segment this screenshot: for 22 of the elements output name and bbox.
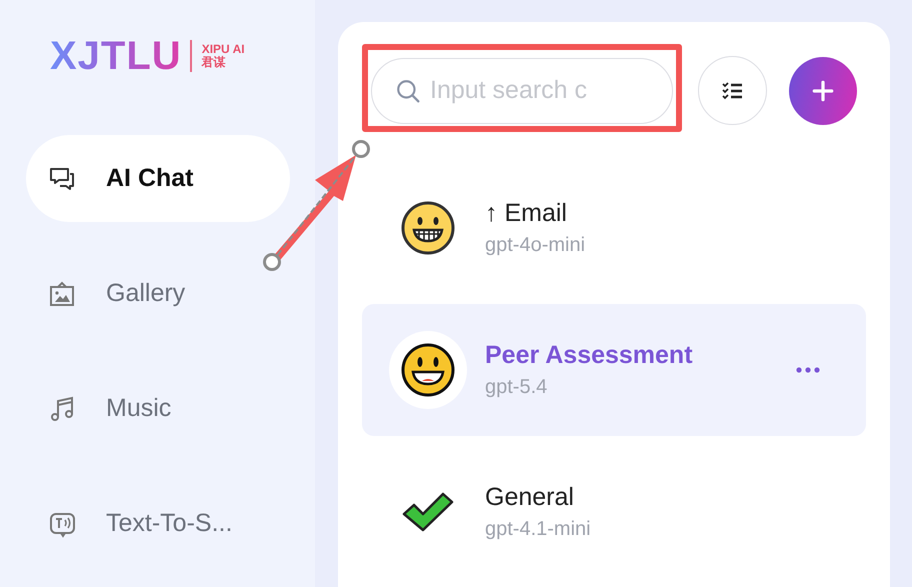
- model-name: gpt-4o-mini: [485, 234, 586, 257]
- model-name: gpt-5.4: [485, 376, 548, 399]
- more-icon[interactable]: [796, 367, 820, 373]
- music-note-icon: [48, 394, 76, 422]
- search-field[interactable]: Input search c: [371, 58, 673, 124]
- nav-item[interactable]: Music: [26, 365, 290, 452]
- nav-item[interactable]: Gallery: [26, 250, 290, 337]
- chat-title: ↑ Email: [485, 199, 568, 228]
- plus-icon: [810, 78, 836, 104]
- chat-title: General: [485, 483, 575, 512]
- nav-item[interactable]: AI Chat: [26, 135, 290, 222]
- picture-frame-icon: [48, 280, 76, 308]
- logo-subtitle: XIPU AI: [202, 43, 245, 56]
- grinning-face-icon: [400, 200, 456, 256]
- chat-item[interactable]: ↑ Email gpt-4o-mini: [362, 162, 866, 294]
- chat-item[interactable]: General gpt-4.1-mini: [362, 446, 866, 578]
- nav-item[interactable]: Text-To-S...: [26, 480, 290, 567]
- chat-item[interactable]: Peer Assessment gpt-5.4: [362, 304, 866, 436]
- logo-subtitle: 君谋: [202, 56, 227, 69]
- smiling-face-icon: [400, 342, 456, 398]
- model-name: gpt-4.1-mini: [485, 518, 592, 541]
- chat-title: Peer Assessment: [485, 341, 694, 370]
